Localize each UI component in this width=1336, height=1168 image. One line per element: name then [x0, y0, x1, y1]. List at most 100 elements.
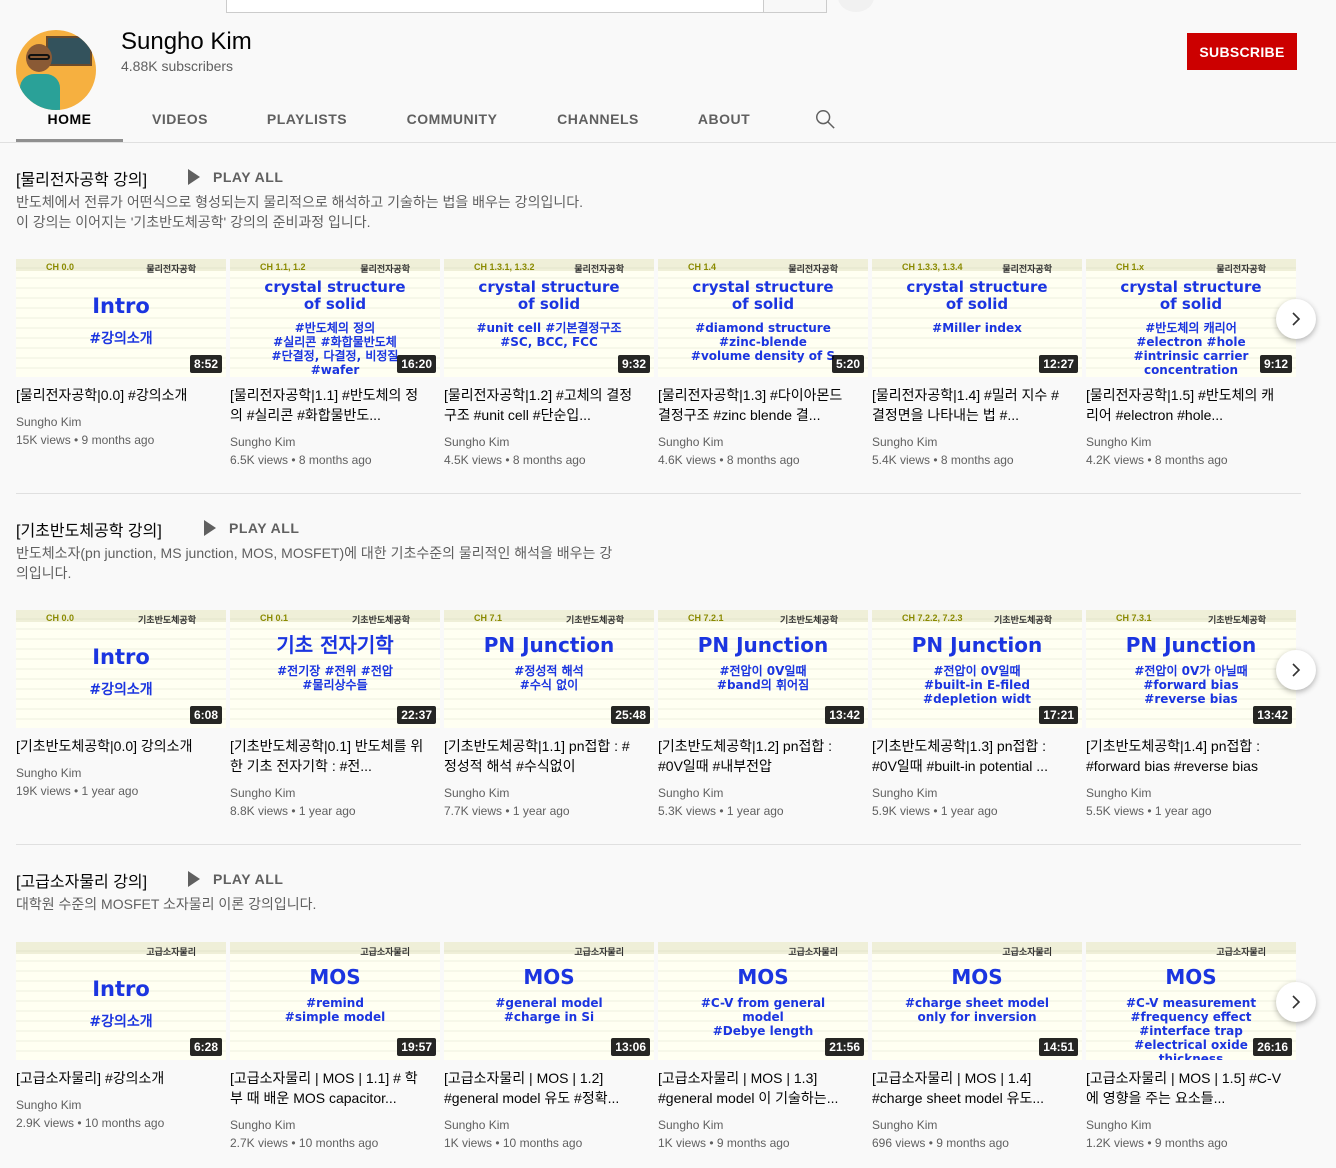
video-title[interactable]: [기초반도체공학|1.4] pn접합 : #forward bias #reve…	[1086, 736, 1282, 776]
video-card[interactable]: CH 1.3.1, 1.3.2 물리전자공학 crystal structure of…	[444, 259, 654, 469]
video-title[interactable]: [고급소자물리 | MOS | 1.2] #general model 유도 #…	[444, 1068, 640, 1108]
video-thumbnail[interactable]: 고급소자물리 MOS #general model #charge in Si 13:0…	[444, 942, 654, 1060]
video-title[interactable]: [물리전자공학|1.3] #다이아몬드 결정구조 #zinc blende 결.…	[658, 385, 854, 425]
video-channel-name[interactable]: Sungho Kim	[658, 433, 723, 451]
thumbnail-chapter: CH 1.1, 1.2	[260, 262, 306, 272]
video-title[interactable]: [물리전자공학|1.2] #고체의 결정구조 #unit cell #단순입..…	[444, 385, 640, 425]
tab-playlists[interactable]: PLAYLISTS	[237, 98, 377, 142]
shelf-title[interactable]: [물리전자공학 강의]	[16, 166, 147, 190]
play-all-button[interactable]: PLAY ALL	[188, 868, 283, 890]
video-title[interactable]: [고급소자물리] #강의소개	[16, 1068, 212, 1088]
video-card[interactable]: CH 1.4 물리전자공학 crystal structure of solid #di…	[658, 259, 868, 469]
video-channel-name[interactable]: Sungho Kim	[16, 413, 81, 431]
thumbnail-chapter: CH 0.0	[46, 262, 75, 272]
shelf-title[interactable]: [고급소자물리 강의]	[16, 868, 147, 892]
video-card[interactable]: CH 0.0 기초반도체공학 Intro #강의소개 6:08 [기초반도체공학|0.0]…	[16, 610, 226, 820]
video-thumbnail[interactable]: CH 1.1, 1.2 물리전자공학 crystal structure of sol…	[230, 259, 440, 377]
shelf-title[interactable]: [기초반도체공학 강의]	[16, 517, 162, 541]
subscribe-button[interactable]: SUBSCRIBE	[1187, 33, 1297, 70]
play-all-button[interactable]: PLAY ALL	[188, 166, 283, 188]
video-card[interactable]: 고급소자물리 MOS #C-V measurement #frequency effe…	[1086, 942, 1296, 1152]
video-card[interactable]: CH 1.3.3, 1.3.4 물리전자공학 crystal structure of…	[872, 259, 1082, 469]
video-card[interactable]: 고급소자물리 MOS #C-V from general model #Debye le…	[658, 942, 868, 1152]
tab-about[interactable]: ABOUT	[669, 98, 779, 142]
video-title[interactable]: [고급소자물리 | MOS | 1.3] #general model 이 기술…	[658, 1068, 854, 1108]
video-title[interactable]: [기초반도체공학|0.1] 반도체를 위한 기초 전자기학 : #전...	[230, 736, 426, 776]
tab-home[interactable]: HOME	[16, 98, 123, 142]
video-title[interactable]: [고급소자물리 | MOS | 1.1] # 학부 때 배운 MOS capac…	[230, 1068, 426, 1108]
video-channel-name[interactable]: Sungho Kim	[872, 784, 937, 802]
next-arrow-button[interactable]	[1276, 650, 1316, 690]
video-thumbnail[interactable]: 고급소자물리 MOS #remind #simple model 19:57	[230, 942, 440, 1060]
video-thumbnail[interactable]: CH 1.3.1, 1.3.2 물리전자공학 crystal structure of…	[444, 259, 654, 377]
tab-channels[interactable]: CHANNELS	[527, 98, 669, 142]
video-title[interactable]: [물리전자공학|1.1] #반도체의 정의 #실리콘 #화합물반도...	[230, 385, 426, 425]
next-arrow-button[interactable]	[1276, 299, 1316, 339]
video-channel-name[interactable]: Sungho Kim	[444, 1116, 509, 1134]
video-title[interactable]: [기초반도체공학|0.0] 강의소개	[16, 736, 212, 756]
video-title[interactable]: [고급소자물리 | MOS | 1.4] #charge sheet model…	[872, 1068, 1068, 1108]
video-title[interactable]: [기초반도체공학|1.3] pn접합 : #0V일때 #built-in pot…	[872, 736, 1068, 776]
next-arrow-button[interactable]	[1276, 982, 1316, 1022]
video-card[interactable]: CH 7.1 기초반도체공학 PN Junction #정성적 해석 #수식 없이 25:…	[444, 610, 654, 820]
thumbnail-tag-line: #zinc-blende	[719, 335, 807, 349]
video-card[interactable]: CH 0.1 기초반도체공학 기초 전자기학 #전기장 #전위 #전압 #물리상수들 22…	[230, 610, 440, 820]
video-title[interactable]: [기초반도체공학|1.1] pn접합 : #정성적 해석 #수식없이	[444, 736, 640, 776]
video-thumbnail[interactable]: 고급소자물리 MOS #C-V measurement #frequency effe…	[1086, 942, 1296, 1060]
video-thumbnail[interactable]: CH 7.2.2, 7.2.3 기초반도체공학 PN Junction #전압이 0V…	[872, 610, 1082, 728]
video-channel-name[interactable]: Sungho Kim	[230, 1116, 295, 1134]
video-thumbnail[interactable]: 고급소자물리 Intro #강의소개 6:28	[16, 942, 226, 1060]
video-card[interactable]: 고급소자물리 MOS #charge sheet model only for inv…	[872, 942, 1082, 1152]
duration-badge: 6:28	[189, 1038, 222, 1056]
search-input[interactable]	[226, 0, 764, 13]
video-card[interactable]: CH 7.2.1 기초반도체공학 PN Junction #전압이 0V일때 #band…	[658, 610, 868, 820]
video-channel-name[interactable]: Sungho Kim	[1086, 1116, 1151, 1134]
video-thumbnail[interactable]: 고급소자물리 MOS #C-V from general model #Debye le…	[658, 942, 868, 1060]
video-views-date: 1.2K views • 9 months ago	[1086, 1136, 1228, 1150]
video-card[interactable]: CH 0.0 물리전자공학 Intro #강의소개 8:52 [물리전자공학|0.0] #…	[16, 259, 226, 469]
tab-community[interactable]: COMMUNITY	[377, 98, 527, 142]
video-channel-name[interactable]: Sungho Kim	[1086, 433, 1151, 451]
thumbnail-headline-line: of solid	[945, 295, 1009, 313]
video-thumbnail[interactable]: CH 7.1 기초반도체공학 PN Junction #정성적 해석 #수식 없이 25:…	[444, 610, 654, 728]
video-channel-name[interactable]: Sungho Kim	[444, 784, 509, 802]
video-channel-name[interactable]: Sungho Kim	[230, 784, 295, 802]
voice-search-button[interactable]	[838, 0, 874, 12]
tab-videos[interactable]: VIDEOS	[123, 98, 237, 142]
video-title[interactable]: [기초반도체공학|1.2] pn접합 : #0V일때 #내부전압	[658, 736, 854, 776]
play-all-button[interactable]: PLAY ALL	[204, 517, 299, 539]
video-channel-name[interactable]: Sungho Kim	[230, 433, 295, 451]
video-card[interactable]: CH 7.2.2, 7.2.3 기초반도체공학 PN Junction #전압이 0V…	[872, 610, 1082, 820]
video-thumbnail[interactable]: CH 7.3.1 기초반도체공학 PN Junction #전압이 0V가 아닐때 #f…	[1086, 610, 1296, 728]
video-title[interactable]: [물리전자공학|0.0] #강의소개	[16, 385, 212, 405]
video-card[interactable]: 고급소자물리 MOS #remind #simple model 19:57 [고급소자물…	[230, 942, 440, 1152]
video-title[interactable]: [물리전자공학|1.4] #밀러 지수 #결정면을 나타내는 법 #...	[872, 385, 1068, 425]
video-thumbnail[interactable]: CH 7.2.1 기초반도체공학 PN Junction #전압이 0V일때 #band…	[658, 610, 868, 728]
video-channel-name[interactable]: Sungho Kim	[16, 1096, 81, 1114]
video-thumbnail[interactable]: CH 0.0 물리전자공학 Intro #강의소개 8:52	[16, 259, 226, 377]
thumbnail-headline-line: Intro	[92, 645, 150, 669]
search-icon[interactable]	[814, 108, 836, 130]
video-card[interactable]: CH 1.1, 1.2 물리전자공학 crystal structure of sol…	[230, 259, 440, 469]
video-channel-name[interactable]: Sungho Kim	[872, 433, 937, 451]
video-card[interactable]: CH 7.3.1 기초반도체공학 PN Junction #전압이 0V가 아닐때 #f…	[1086, 610, 1296, 820]
video-channel-name[interactable]: Sungho Kim	[16, 764, 81, 782]
video-title[interactable]: [고급소자물리 | MOS | 1.5] #C-V 에 영향을 주는 요소들..…	[1086, 1068, 1282, 1108]
video-channel-name[interactable]: Sungho Kim	[658, 1116, 723, 1134]
video-thumbnail[interactable]: 고급소자물리 MOS #charge sheet model only for inv…	[872, 942, 1082, 1060]
video-thumbnail[interactable]: CH 1.x 물리전자공학 crystal structure of solid #반도…	[1086, 259, 1296, 377]
video-channel-name[interactable]: Sungho Kim	[444, 433, 509, 451]
search-button[interactable]	[763, 0, 827, 13]
thumbnail-headline: PN Junction	[1086, 634, 1296, 656]
video-thumbnail[interactable]: CH 1.4 물리전자공학 crystal structure of solid #di…	[658, 259, 868, 377]
video-card[interactable]: 고급소자물리 MOS #general model #charge in Si 13:0…	[444, 942, 654, 1152]
video-thumbnail[interactable]: CH 0.1 기초반도체공학 기초 전자기학 #전기장 #전위 #전압 #물리상수들 22…	[230, 610, 440, 728]
video-channel-name[interactable]: Sungho Kim	[658, 784, 723, 802]
video-thumbnail[interactable]: CH 1.3.3, 1.3.4 물리전자공학 crystal structure of…	[872, 259, 1082, 377]
video-card[interactable]: 고급소자물리 Intro #강의소개 6:28 [고급소자물리] #강의소개 Sungho…	[16, 942, 226, 1152]
video-card[interactable]: CH 1.x 물리전자공학 crystal structure of solid #반도…	[1086, 259, 1296, 469]
video-title[interactable]: [물리전자공학|1.5] #반도체의 캐리어 #electron #hole..…	[1086, 385, 1282, 425]
video-channel-name[interactable]: Sungho Kim	[872, 1116, 937, 1134]
video-thumbnail[interactable]: CH 0.0 기초반도체공학 Intro #강의소개 6:08	[16, 610, 226, 728]
video-channel-name[interactable]: Sungho Kim	[1086, 784, 1151, 802]
